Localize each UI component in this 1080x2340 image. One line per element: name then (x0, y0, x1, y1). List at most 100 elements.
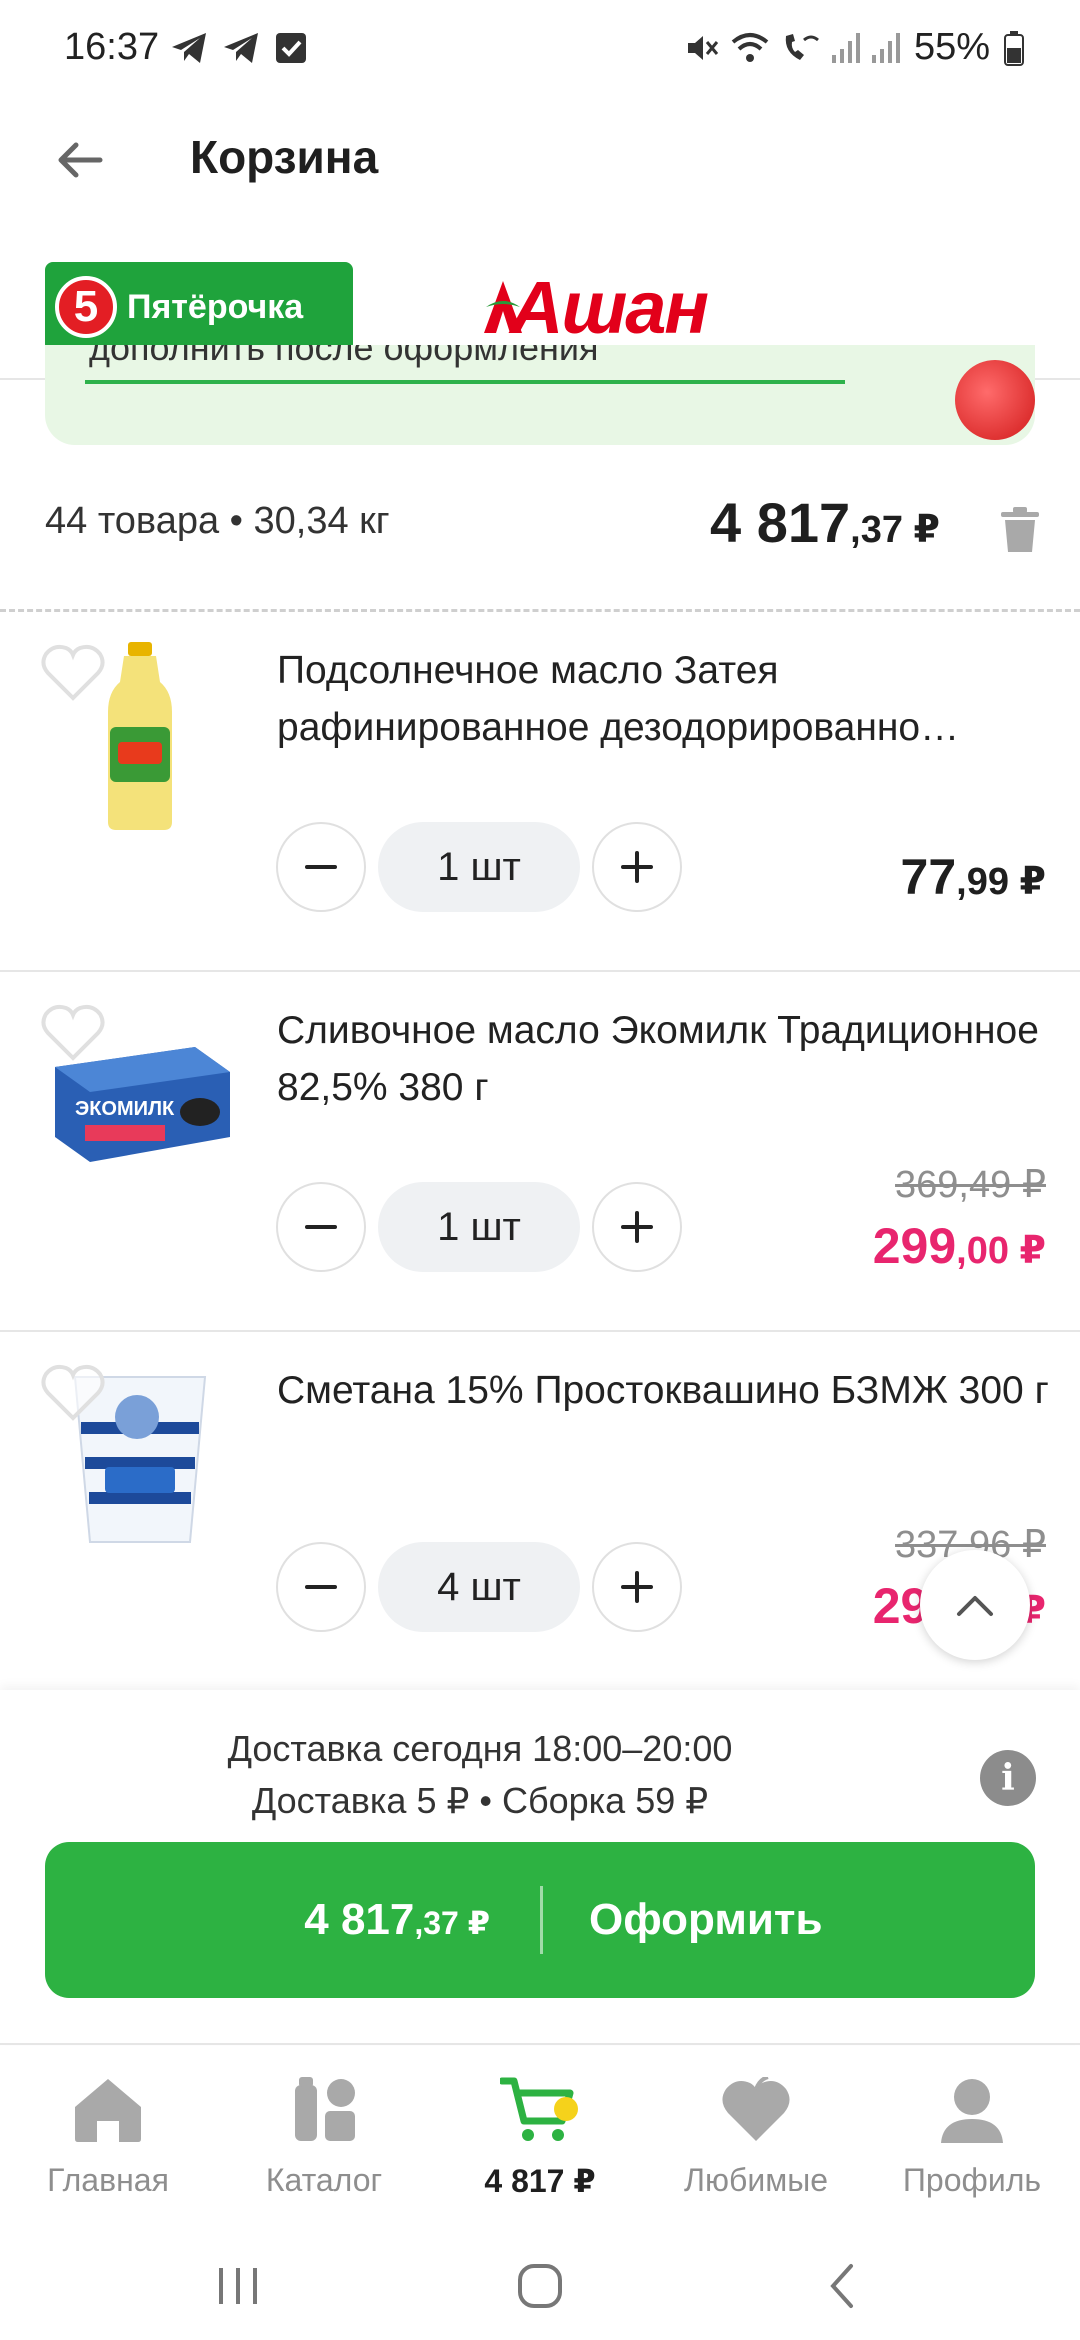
minus-icon (305, 1225, 337, 1229)
checkout-panel: Доставка сегодня 18:00–20:00 Доставка 5 … (0, 1690, 1080, 2045)
status-bar: 16:37 55% (0, 0, 1080, 100)
nav-item-favorites[interactable]: Любимые (648, 2070, 864, 2220)
favorite-heart-icon[interactable] (40, 642, 106, 702)
decrease-quantity-button[interactable] (276, 1182, 366, 1272)
home-icon (75, 2079, 141, 2142)
cart-item: Сметана 15% Простоквашино БЗМЖ 300 г 4 ш… (0, 1332, 1080, 1690)
nav-item-cart[interactable]: 4 817 ₽ (432, 2070, 648, 2220)
pyaterochka-logo-icon: 5 (55, 276, 117, 338)
telegram-icon (172, 33, 206, 63)
price-main: 77 (900, 849, 957, 905)
back-button[interactable] (48, 128, 112, 192)
wifi-icon (731, 32, 769, 62)
checkout-label: Оформить (589, 1895, 823, 1944)
checkout-separator (540, 1886, 543, 1954)
wifi-calling-icon (785, 33, 819, 60)
telegram-icon (224, 33, 258, 63)
decrease-quantity-button[interactable] (276, 822, 366, 912)
home-system-button[interactable] (500, 2256, 580, 2316)
price-main: 299 (872, 1218, 957, 1274)
cart-summary: 44 товара • 30,34 кг 4 817,37 ₽ (0, 470, 1080, 580)
price-cents: ,00 ₽ (956, 1230, 1046, 1272)
nav-label-catalog: Каталог (265, 2162, 383, 2198)
quantity-value[interactable]: 4 шт (378, 1542, 580, 1632)
nav-item-home[interactable]: Главная (0, 2070, 216, 2220)
product-title[interactable]: Сливочное масло Экомилк Традиционное 82,… (277, 1002, 1057, 1116)
home-circle-icon (518, 2264, 562, 2308)
old-price: 369,49 ₽ (895, 1164, 1046, 1206)
increase-quantity-button[interactable] (592, 822, 682, 912)
minus-icon (305, 1585, 337, 1589)
nav-label-favorites: Любимые (684, 2162, 828, 2198)
delivery-time: Доставка сегодня 18:00–20:00 (227, 1728, 733, 1769)
chevron-up-icon (957, 1596, 993, 1616)
nav-label-cart: 4 817 ₽ (484, 2163, 596, 2199)
nav-item-catalog[interactable]: Каталог (216, 2070, 432, 2220)
nav-label-home: Главная (47, 2162, 169, 2198)
checkout-price: 4 817,37 ₽ (45, 1895, 540, 1945)
checkout-price-main: 4 817 (304, 1895, 415, 1944)
nav-label-profile: Профиль (902, 2162, 1042, 2198)
trash-icon (1001, 507, 1039, 552)
plus-icon (621, 1571, 653, 1603)
cart-item: Подсолнечное масло Затея рафинированное … (0, 612, 1080, 972)
profile-icon (941, 2079, 1003, 2143)
header: Корзина (0, 100, 1080, 230)
status-time: 16:37 (64, 26, 160, 68)
battery-icon (1004, 30, 1024, 66)
increase-quantity-button[interactable] (592, 1542, 682, 1632)
increase-quantity-button[interactable] (592, 1182, 682, 1272)
page-title: Корзина (190, 131, 379, 183)
nav-item-profile[interactable]: Профиль (864, 2070, 1080, 2220)
price-cents: ,99 ₽ (956, 861, 1046, 903)
store-tab-auchan[interactable]: Ашан (478, 264, 710, 350)
promo-text: дополнить после оформления (89, 345, 599, 368)
checkbox-notification-icon (276, 33, 306, 63)
checkout-button[interactable]: 4 817,37 ₽ Оформить (45, 1842, 1035, 1998)
favorite-heart-icon[interactable] (40, 1002, 106, 1062)
favorite-heart-icon[interactable] (40, 1362, 106, 1422)
battery-percent: 55% (913, 26, 990, 68)
decrease-quantity-button[interactable] (276, 1542, 366, 1632)
chevron-left-icon (830, 2264, 853, 2308)
quantity-value[interactable]: 1 шт (378, 822, 580, 912)
plus-icon (621, 1211, 653, 1243)
store-name-pyaterochka: Пятёрочка (127, 287, 304, 326)
promo-banner[interactable]: дополнить после оформления (45, 345, 1035, 445)
info-button[interactable]: i (980, 1750, 1036, 1806)
items-count: 44 товара • 30,34 кг (45, 500, 390, 542)
store-tab-pyaterochka[interactable]: 5 Пятёрочка (45, 262, 353, 352)
cart-total-main: 4 817 (710, 491, 851, 554)
system-back-button[interactable] (802, 2256, 882, 2316)
product-title[interactable]: Сметана 15% Простоквашино БЗМЖ 300 г (277, 1362, 1057, 1419)
mute-icon (687, 35, 719, 60)
clear-cart-button[interactable] (990, 500, 1050, 560)
svg-text:ЭКОМИЛК: ЭКОМИЛК (75, 1098, 175, 1120)
signal-icon (871, 32, 900, 63)
notification-icons (170, 30, 308, 66)
arrow-left-icon (58, 142, 103, 178)
promo-progress-bar (85, 380, 845, 384)
status-right: 55% (684, 26, 1024, 69)
catalog-icon (295, 2077, 355, 2141)
store-name-auchan: Ашан (510, 265, 709, 349)
bottom-nav: Главная Каталог 4 817 ₽ Любимые Профиль (0, 2046, 1080, 2236)
strawberry-image (955, 360, 1035, 440)
cart-total-cents: ,37 ₽ (850, 509, 940, 551)
heart-icon (722, 2077, 790, 2141)
info-icon: i (1001, 1757, 1015, 1799)
cart-total: 4 817,37 ₽ (710, 490, 940, 555)
system-nav (0, 2236, 1080, 2340)
plus-icon (621, 851, 653, 883)
cart-item: ЭКОМИЛК Сливочное масло Экомилк Традицио… (0, 972, 1080, 1332)
product-title[interactable]: Подсолнечное масло Затея рафинированное … (277, 642, 1057, 756)
delivery-fees: Доставка 5 ₽ • Сборка 59 ₽ (251, 1780, 709, 1821)
recent-apps-button[interactable] (198, 2256, 278, 2316)
scroll-to-top-button[interactable] (920, 1550, 1030, 1660)
minus-icon (305, 865, 337, 869)
quantity-value[interactable]: 1 шт (378, 1182, 580, 1272)
checkout-price-cents: ,37 ₽ (414, 1905, 490, 1941)
product-price: 299,00 ₽ (873, 1217, 1046, 1275)
product-price: 77,99 ₽ (901, 848, 1046, 906)
cart-icon (500, 2077, 578, 2141)
